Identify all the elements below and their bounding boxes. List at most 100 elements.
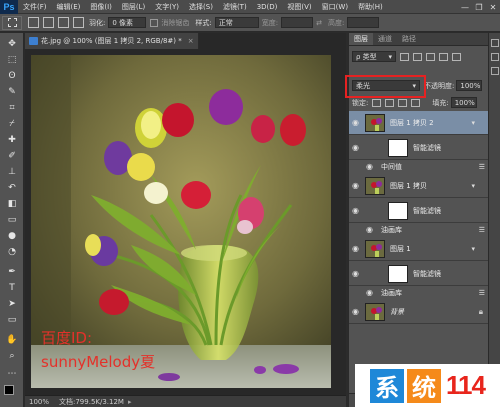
visibility-eye-icon[interactable]: ◉ <box>349 244 362 253</box>
tab-layers[interactable]: 图层 <box>349 33 373 45</box>
history-brush-tool-icon[interactable]: ↶ <box>4 181 20 194</box>
add-selection-icon[interactable] <box>43 17 54 28</box>
tab-paths[interactable]: 路径 <box>397 33 421 45</box>
restore-button[interactable]: ❐ <box>472 0 486 14</box>
status-arrow-icon[interactable]: ▸ <box>128 398 132 406</box>
layer-name[interactable]: 背景 <box>390 307 404 317</box>
smart-filter-row[interactable]: ◉ 智能滤镜 <box>349 199 489 223</box>
height-input[interactable] <box>347 17 380 28</box>
filter-item-row[interactable]: ◉ 油画库 ☰ <box>349 224 489 235</box>
menu-file[interactable]: 文件(F) <box>18 2 52 12</box>
quick-select-tool-icon[interactable]: ✎ <box>4 85 20 98</box>
menu-3d[interactable]: 3D(D) <box>252 3 283 11</box>
lock-pixels-icon[interactable] <box>385 98 395 107</box>
color-swatches[interactable] <box>4 385 20 400</box>
layer-row[interactable]: ◉ 图层 1 ▾ <box>349 237 489 261</box>
lock-position-icon[interactable] <box>398 98 408 107</box>
history-panel-icon[interactable] <box>491 39 499 47</box>
style-select[interactable]: 正常 <box>214 17 259 28</box>
blur-tool-icon[interactable]: ● <box>4 229 20 242</box>
menu-view[interactable]: 视图(V) <box>282 2 316 12</box>
menu-image[interactable]: 图像(I) <box>85 2 117 12</box>
type-tool-icon[interactable]: T <box>4 281 20 294</box>
layer-row[interactable]: ◉ 图层 1 拷贝 ▾ <box>349 174 489 198</box>
character-panel-icon[interactable] <box>491 67 499 75</box>
layer-name[interactable]: 图层 1 拷贝 <box>390 181 427 191</box>
minimize-button[interactable]: — <box>458 0 472 14</box>
foreground-color[interactable] <box>4 385 14 395</box>
menu-help[interactable]: 帮助(H) <box>353 2 388 12</box>
blend-mode-select[interactable]: 柔光 ▾ <box>352 80 420 91</box>
properties-panel-icon[interactable] <box>491 53 499 61</box>
visibility-eye-icon[interactable]: ◉ <box>349 118 362 127</box>
menu-window[interactable]: 窗口(W) <box>317 2 353 12</box>
menu-layer[interactable]: 图层(L) <box>117 2 150 12</box>
visibility-eye-icon[interactable]: ◉ <box>349 307 362 316</box>
layer-row[interactable]: ◉ 图层 1 拷贝 2 ▾ <box>349 111 489 135</box>
move-tool-icon[interactable]: ✥ <box>4 37 20 50</box>
menu-filter[interactable]: 滤镜(T) <box>218 2 252 12</box>
smart-filter-row[interactable]: ◉ 智能滤镜 <box>349 136 489 160</box>
marquee-preset-picker[interactable] <box>2 15 22 30</box>
visibility-eye-icon[interactable]: ◉ <box>363 225 376 234</box>
visibility-eye-icon[interactable]: ◉ <box>349 181 362 190</box>
document-tab[interactable]: 花.jpg @ 100% (图层 1 拷贝 2, RGB/8#) * × <box>25 33 199 49</box>
swap-icon[interactable]: ⇄ <box>316 19 322 27</box>
rectangle-tool-icon[interactable]: ▭ <box>4 313 20 326</box>
layer-name[interactable]: 图层 1 拷贝 2 <box>390 118 434 128</box>
kind-filter-select[interactable]: ρ 类型 ▾ <box>352 51 396 62</box>
filter-item-row[interactable]: ◉ 中间值 ☰ <box>349 161 489 172</box>
edit-toolbar-icon[interactable]: ⋯ <box>4 367 20 380</box>
visibility-eye-icon[interactable]: ◉ <box>349 269 362 278</box>
brush-tool-icon[interactable]: ✐ <box>4 149 20 162</box>
feather-input[interactable]: 0 像素 <box>108 17 147 28</box>
filter-options-icon[interactable]: ☰ <box>479 163 485 171</box>
eyedropper-tool-icon[interactable]: ⌿ <box>4 117 20 130</box>
menu-type[interactable]: 文字(Y) <box>150 2 184 12</box>
expand-effects-icon[interactable]: ▾ <box>471 245 475 253</box>
filter-mask-thumbnail[interactable] <box>388 201 408 220</box>
filter-options-icon[interactable]: ☰ <box>479 289 485 297</box>
fill-input[interactable]: 100% <box>450 97 477 108</box>
filter-options-icon[interactable]: ☰ <box>479 226 485 234</box>
subtract-selection-icon[interactable] <box>58 17 69 28</box>
lock-all-icon[interactable] <box>411 98 421 107</box>
visibility-eye-icon[interactable]: ◉ <box>349 143 362 152</box>
eraser-tool-icon[interactable]: ◧ <box>4 197 20 210</box>
smart-object-filter-icon[interactable] <box>452 52 461 61</box>
healing-brush-tool-icon[interactable]: ✚ <box>4 133 20 146</box>
intersect-selection-icon[interactable] <box>73 17 84 28</box>
lasso-tool-icon[interactable]: ʘ <box>4 69 20 82</box>
lock-transparent-icon[interactable] <box>372 98 382 107</box>
filter-mask-thumbnail[interactable] <box>388 138 408 157</box>
gradient-tool-icon[interactable]: ▭ <box>4 213 20 226</box>
opacity-input[interactable]: 100% <box>456 80 483 91</box>
expand-effects-icon[interactable]: ▾ <box>471 182 475 190</box>
visibility-eye-icon[interactable]: ◉ <box>363 162 376 171</box>
canvas-image[interactable]: 百度ID: sunnyMelody夏 <box>31 55 331 388</box>
layer-name[interactable]: 图层 1 <box>390 244 411 254</box>
expand-effects-icon[interactable]: ▾ <box>471 119 475 127</box>
visibility-eye-icon[interactable]: ◉ <box>349 206 362 215</box>
pixel-filter-icon[interactable] <box>400 52 409 61</box>
filter-mask-thumbnail[interactable] <box>388 264 408 283</box>
tab-channels[interactable]: 通道 <box>373 33 397 45</box>
document-info[interactable]: 文档:799.5K/3.12M <box>59 397 124 407</box>
path-select-tool-icon[interactable]: ➤ <box>4 297 20 310</box>
visibility-eye-icon[interactable]: ◉ <box>363 288 376 297</box>
zoom-level[interactable]: 100% <box>29 398 59 406</box>
filter-item-row[interactable]: ◉ 油画库 ☰ <box>349 287 489 298</box>
antialias-checkbox[interactable] <box>150 18 159 27</box>
zoom-tool-icon[interactable]: ⌕ <box>4 349 20 362</box>
hand-tool-icon[interactable]: ✋ <box>4 333 20 346</box>
clone-stamp-tool-icon[interactable]: ⊥ <box>4 165 20 178</box>
shape-filter-icon[interactable] <box>439 52 448 61</box>
menu-select[interactable]: 选择(S) <box>184 2 218 12</box>
width-input[interactable] <box>281 17 314 28</box>
marquee-tool-icon[interactable]: ⬚ <box>4 53 20 66</box>
dodge-tool-icon[interactable]: ◔ <box>4 245 20 258</box>
smart-filter-row[interactable]: ◉ 智能滤镜 <box>349 262 489 286</box>
new-selection-icon[interactable] <box>28 17 39 28</box>
crop-tool-icon[interactable]: ⌗ <box>4 101 20 114</box>
pen-tool-icon[interactable]: ✒ <box>4 265 20 278</box>
